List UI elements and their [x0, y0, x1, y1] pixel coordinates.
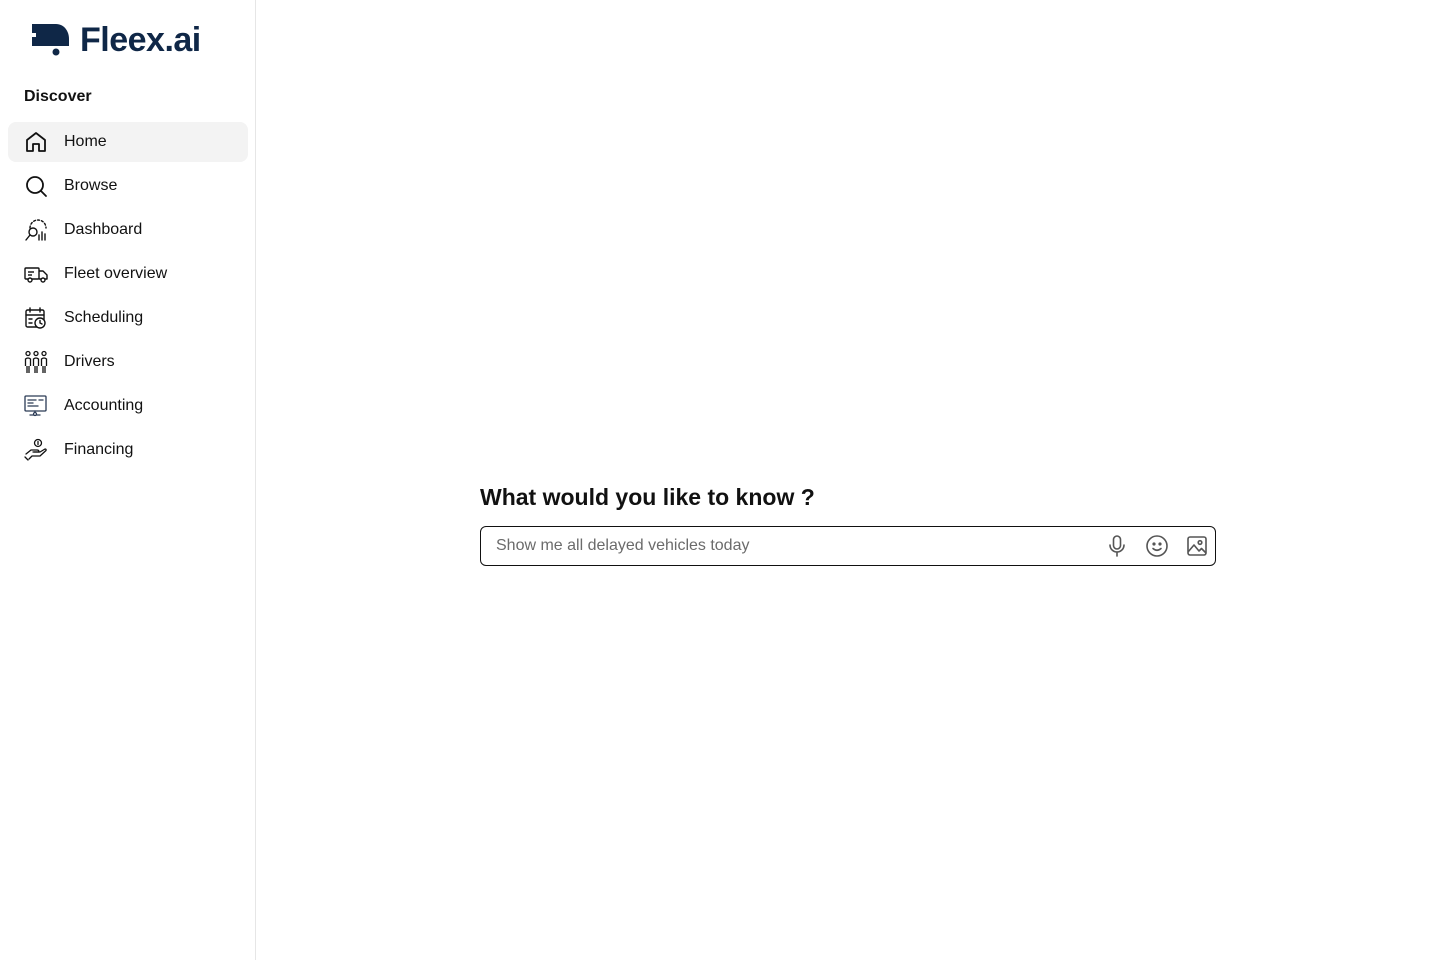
emoji-icon[interactable] [1145, 534, 1169, 558]
sidebar-item-label: Browse [64, 177, 118, 194]
sidebar-item-label: Accounting [64, 397, 144, 414]
calendar-clock-icon [24, 306, 48, 330]
sidebar-item-label: Home [64, 133, 107, 150]
monitor-icon [24, 394, 48, 418]
search-box [480, 526, 1216, 566]
sidebar-item-scheduling[interactable]: Scheduling [8, 298, 248, 338]
search-icon [24, 174, 48, 198]
sidebar-item-label: Financing [64, 441, 134, 458]
truck-logo-icon [28, 18, 72, 63]
home-icon [24, 130, 48, 154]
sidebar-item-home[interactable]: Home [8, 122, 248, 162]
dashboard-icon [24, 218, 48, 242]
microphone-icon[interactable] [1105, 534, 1129, 558]
sidebar-item-financing[interactable]: Financing [8, 430, 248, 470]
sidebar-item-browse[interactable]: Browse [8, 166, 248, 206]
sidebar-item-label: Fleet overview [64, 265, 168, 282]
sidebar-item-accounting[interactable]: Accounting [8, 386, 248, 426]
sidebar-item-drivers[interactable]: Drivers [8, 342, 248, 382]
page-title: What would you like to know ? [480, 484, 815, 510]
sidebar-item-label: Dashboard [64, 221, 143, 238]
search-actions [1105, 534, 1209, 558]
brand-name: Fleex.ai [80, 21, 201, 59]
sidebar: Fleex.ai Discover Home Browse Dashboard … [0, 0, 256, 960]
truck-icon [24, 262, 48, 286]
sidebar-item-fleet-overview[interactable]: Fleet overview [8, 254, 248, 294]
image-icon[interactable] [1185, 534, 1209, 558]
sidebar-item-dashboard[interactable]: Dashboard [8, 210, 248, 250]
search-input[interactable] [496, 527, 1076, 565]
sidebar-item-label: Scheduling [64, 309, 144, 326]
section-title-discover: Discover [24, 88, 92, 105]
sidebar-nav: Home Browse Dashboard Fleet overview Sch… [8, 122, 248, 474]
brand-logo[interactable]: Fleex.ai [28, 18, 201, 63]
hand-coin-icon [24, 438, 48, 462]
sidebar-item-label: Drivers [64, 353, 115, 370]
app-root: Fleex.ai Discover Home Browse Dashboard … [0, 0, 1440, 960]
main-content: What would you like to know ? [256, 0, 1440, 960]
people-icon [24, 350, 48, 374]
